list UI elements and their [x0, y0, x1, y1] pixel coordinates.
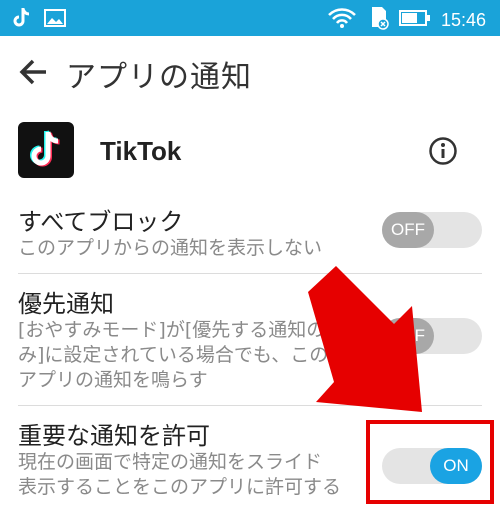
sd-card-icon [367, 6, 389, 34]
action-bar: アプリの通知 [0, 36, 500, 110]
status-time: 15:46 [440, 9, 486, 30]
setting-description: 表示することをこのアプリに許可する [18, 476, 342, 498]
block-all-toggle[interactable]: OFF [382, 212, 482, 248]
battery-icon [398, 9, 431, 31]
status-bar: 15:46 [0, 0, 500, 36]
setting-label: 重要な通知を許可 [18, 422, 210, 450]
wifi-icon [327, 7, 357, 33]
setting-description: [おやすみモード]が[優先する通知の [18, 319, 326, 341]
tiktok-app-icon [18, 122, 74, 178]
app-header-row: TikTok [0, 110, 500, 192]
tiktok-icon [12, 7, 32, 33]
image-icon [44, 8, 66, 32]
info-icon[interactable] [428, 136, 458, 166]
setting-label: 優先通知 [18, 290, 114, 318]
setting-description: このアプリからの通知を表示しない [18, 237, 323, 259]
highlight-box [366, 420, 494, 504]
setting-description: アプリの通知を鳴らす [18, 369, 208, 391]
page-title: アプリの通知 [66, 60, 252, 95]
toggle-state: OFF [382, 212, 434, 248]
back-arrow-icon[interactable] [16, 54, 52, 90]
red-arrow-annotation [308, 266, 422, 412]
setting-label: すべてブロック [18, 208, 184, 236]
setting-description: 現在の画面で特定の通知をスライド [18, 451, 323, 473]
setting-description: み]に設定されている場合でも、この [18, 344, 329, 366]
app-name: TikTok [100, 136, 182, 166]
